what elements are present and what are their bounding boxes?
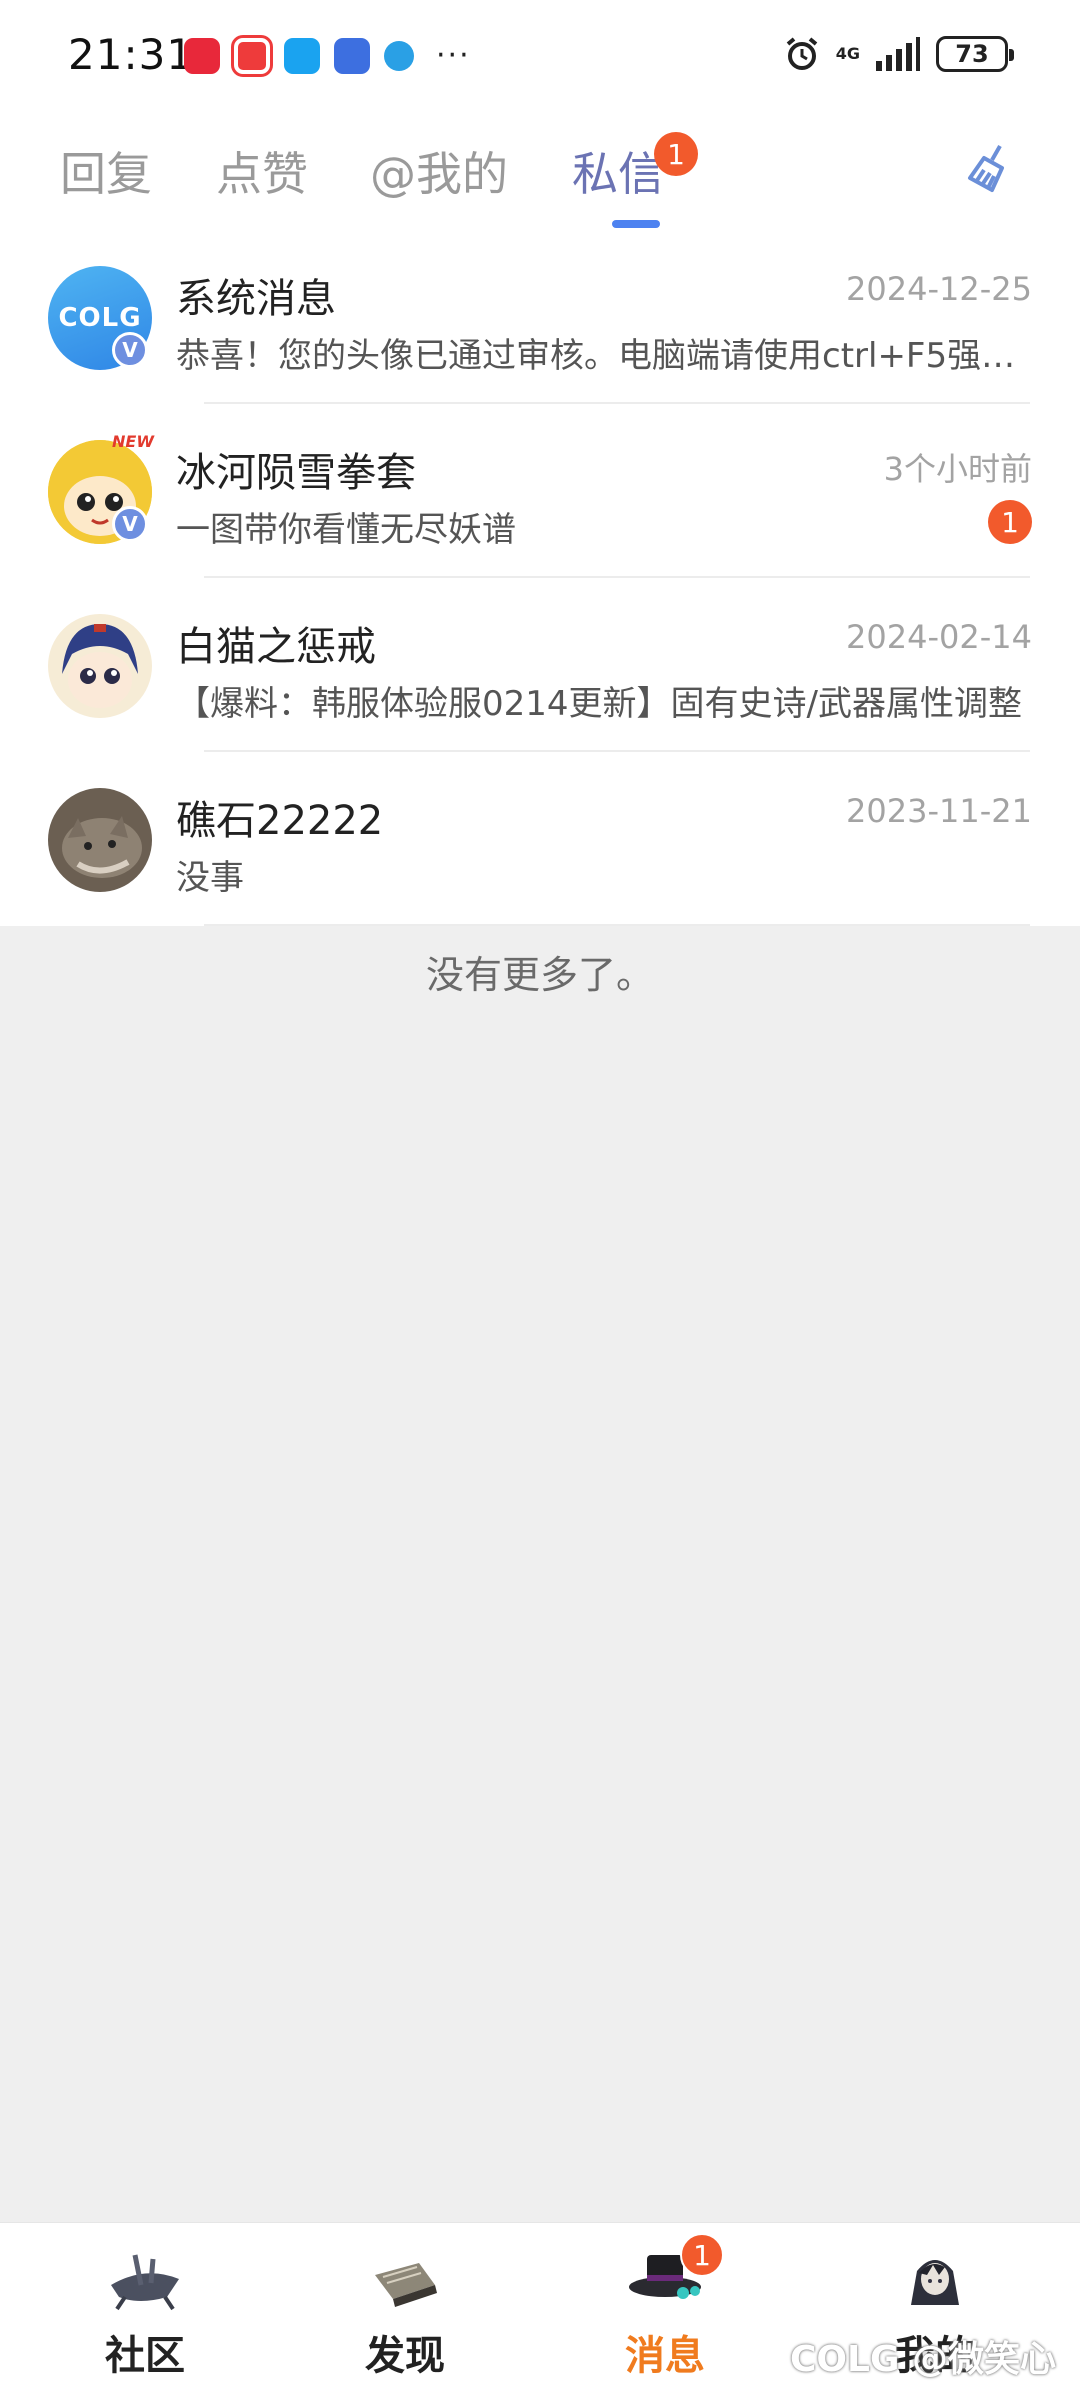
message-time: 2024-02-14: [846, 618, 1032, 656]
more-notifications-icon: ···: [436, 38, 471, 73]
network-type: 4G: [835, 44, 860, 63]
divider: [204, 924, 1030, 926]
nav-messages-badge: 1: [680, 2233, 724, 2277]
list-item[interactable]: 白猫之惩戒 2024-02-14 【爆料：韩服体验服0214更新】固有史诗/武器…: [0, 578, 1080, 752]
status-bar: 21:31 ··· 4G 73: [0, 0, 1080, 110]
sender-name: 白猫之惩戒: [176, 624, 376, 670]
alarm-icon: [786, 37, 818, 70]
sender-name: 系统消息: [176, 276, 336, 322]
tab-private-messages-badge: 1: [654, 132, 698, 176]
taobao-icon: [184, 38, 220, 74]
list-end-text: 没有更多了。: [425, 953, 654, 997]
list-item[interactable]: COLG V 系统消息 2024-12-25 恭喜！您的头像已通过审核。电脑端请…: [0, 230, 1080, 404]
clear-unread-broom-icon[interactable]: [962, 140, 1022, 200]
avatar: [48, 788, 152, 892]
message-list: COLG V 系统消息 2024-12-25 恭喜！您的头像已通过审核。电脑端请…: [0, 230, 1080, 926]
verified-badge: V: [112, 506, 148, 542]
verified-badge: V: [112, 332, 148, 368]
profile-character-icon: [911, 2260, 959, 2305]
colg-logo: COLG: [58, 303, 142, 333]
tab-private-messages[interactable]: 私信: [572, 138, 664, 204]
status-right: 4G 73: [784, 36, 1014, 72]
tab-replies[interactable]: 回复: [60, 138, 152, 204]
unread-count-badge: 1: [988, 500, 1032, 544]
status-time: 21:31: [68, 30, 195, 79]
watermark: COLG @微笑心: [790, 2339, 1057, 2380]
cat-photo-avatar: [48, 788, 152, 892]
message-tabs: 回复 点赞 @我的 私信 1: [0, 110, 1080, 230]
nav-label: 社区: [105, 2333, 185, 2379]
sender-name: 冰河陨雪拳套: [176, 450, 416, 496]
avatar: [48, 614, 152, 718]
message-preview: 恭喜！您的头像已通过审核。电脑端请使用ctrl+F5强制刷新查看: [176, 336, 1036, 376]
battery-indicator: 73: [936, 36, 1014, 72]
telegram-icon: [384, 41, 414, 71]
signal-icon: [876, 37, 920, 71]
status-app-icons: ···: [184, 35, 471, 77]
message-time: 3个小时前: [883, 450, 1032, 488]
nav-messages[interactable]: 消息: [530, 2223, 800, 2403]
nav-discover[interactable]: 发现: [270, 2223, 540, 2403]
anime-avatar-image: [48, 614, 152, 718]
discover-book-icon: [375, 2263, 437, 2307]
message-preview: 没事: [176, 858, 244, 898]
new-tag: NEW: [112, 432, 154, 451]
list-item[interactable]: NEW V 冰河陨雪拳套 3个小时前 一图带你看懂无尽妖谱 1: [0, 404, 1080, 578]
nav-label: 发现: [365, 2333, 445, 2379]
message-app-icon: [284, 38, 320, 74]
list-item[interactable]: 礁石22222 2023-11-21 没事: [0, 752, 1080, 926]
page: 21:31 ··· 4G 73 回复 点赞 @我的 私信 1 COLG V 系统…: [0, 0, 1080, 2403]
message-time: 2024-12-25: [846, 270, 1032, 308]
nav-label: 消息: [625, 2333, 705, 2379]
sender-name: 礁石22222: [176, 798, 384, 844]
tab-mentions[interactable]: @我的: [370, 138, 508, 204]
message-preview: 一图带你看懂无尽妖谱: [176, 510, 516, 550]
message-preview: 【爆料：韩服体验服0214更新】固有史诗/武器属性调整: [176, 684, 1022, 724]
browser-app-icon: [334, 38, 370, 74]
red-app-icon: [231, 35, 273, 77]
active-tab-indicator: [612, 220, 660, 228]
community-ship-icon: [111, 2254, 179, 2311]
nav-community[interactable]: 社区: [10, 2223, 280, 2403]
message-time: 2023-11-21: [846, 792, 1032, 830]
tab-likes[interactable]: 点赞: [216, 138, 308, 204]
